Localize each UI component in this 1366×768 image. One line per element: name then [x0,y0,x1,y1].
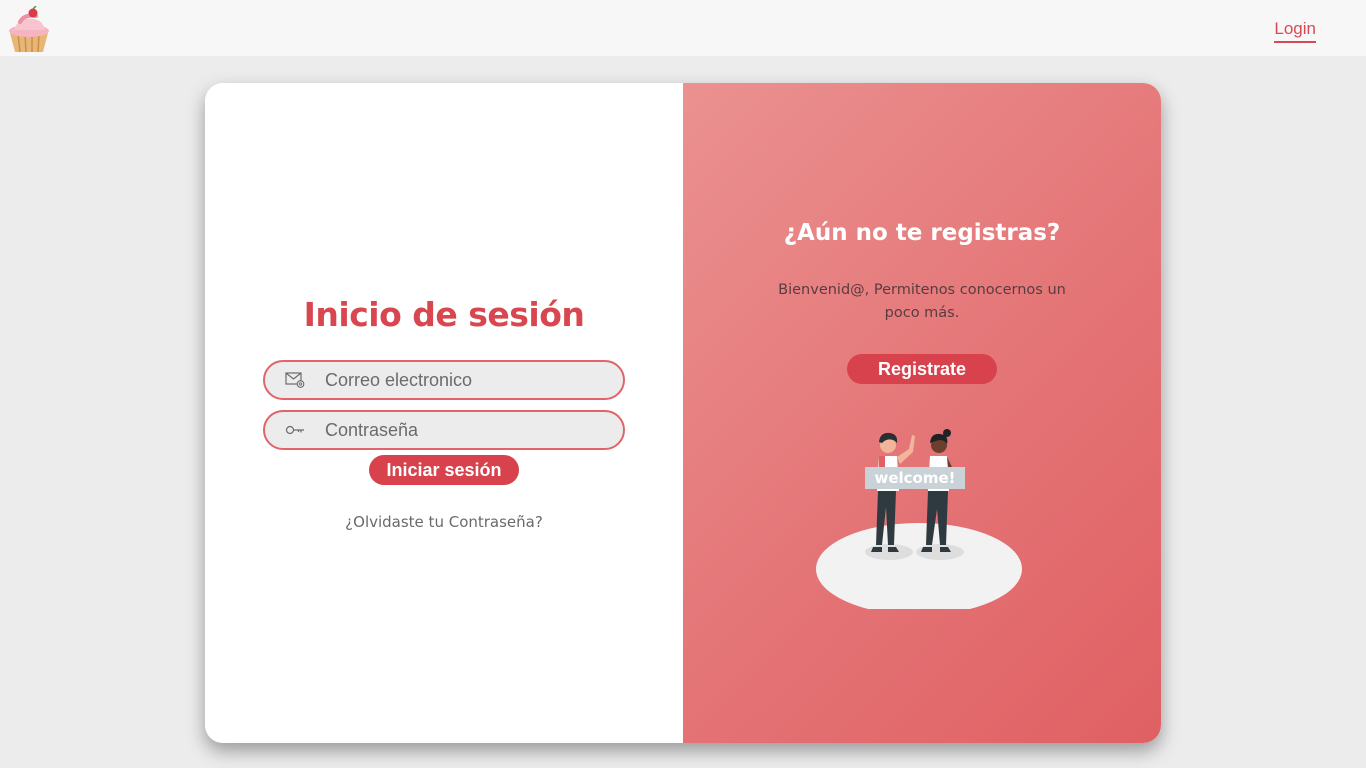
login-title: Inicio de sesión [303,295,585,334]
register-description: Bienvenid@, Permitenos conocernos un poc… [778,282,1066,321]
key-icon [285,422,305,438]
register-button[interactable]: Registrate [847,354,997,384]
login-submit-button[interactable]: Iniciar sesión [369,455,519,485]
welcome-sign-text: welcome! [874,469,955,487]
login-panel: Inicio de sesión Iniciar sesi [205,83,683,743]
welcome-people-illustration: welcome! [816,419,1028,615]
register-title: ¿Aún no te registras? [783,220,1061,246]
register-panel: ¿Aún no te registras? Bienvenid@, Permit… [683,83,1161,743]
envelope-at-icon [285,372,305,388]
password-field[interactable] [263,410,625,450]
cupcake-logo-icon[interactable] [6,5,52,54]
forgot-password-link[interactable]: ¿Olvidaste tu Contraseña? [205,513,683,531]
auth-card: Inicio de sesión Iniciar sesi [205,83,1161,743]
email-input[interactable] [325,362,605,398]
email-field[interactable] [263,360,625,400]
password-input[interactable] [325,412,605,448]
top-navbar: Login [0,0,1366,56]
nav-login-link[interactable]: Login [1274,19,1316,43]
